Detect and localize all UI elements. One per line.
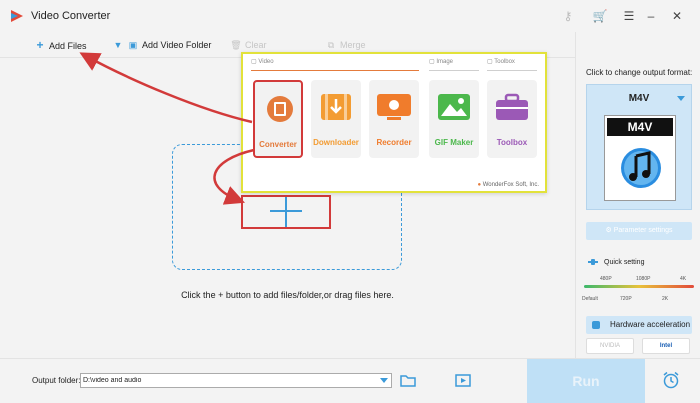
folder-icon: ▣ bbox=[128, 40, 138, 50]
intel-option[interactable]: Intel bbox=[642, 338, 690, 354]
res-1080p: 1080P bbox=[636, 276, 651, 282]
res-480p: 480P bbox=[600, 276, 612, 282]
add-files-button[interactable]: + Add Files bbox=[34, 38, 86, 52]
brand-logo-icon: ● bbox=[477, 182, 482, 188]
alarm-clock-icon[interactable] bbox=[662, 371, 680, 389]
add-video-folder-button[interactable]: ▣ Add Video Folder bbox=[127, 38, 212, 52]
settings-icon: ⚙ bbox=[605, 227, 612, 234]
add-files-dropdown[interactable]: ▼ bbox=[112, 38, 127, 52]
clear-button[interactable]: 🗑 Clear bbox=[230, 38, 266, 52]
close-button[interactable]: ✕ bbox=[668, 7, 686, 25]
chevron-down-icon bbox=[677, 96, 685, 101]
section-divider-toolbox bbox=[487, 70, 537, 71]
module-menu-popup: ▢ Video ▢ Image ▢ Toolbox Converter Down… bbox=[241, 52, 547, 193]
video-section-icon: ▢ bbox=[251, 59, 257, 65]
add-plus-button-vertical[interactable] bbox=[285, 197, 287, 227]
toolbox-section-icon: ▢ bbox=[487, 59, 493, 65]
run-button[interactable]: Run bbox=[527, 359, 645, 403]
res-default: Default bbox=[582, 296, 598, 302]
output-folder-input[interactable] bbox=[80, 373, 392, 388]
app-title: Video Converter bbox=[31, 10, 111, 22]
output-format-name: M4V bbox=[628, 93, 650, 104]
merge-icon: ⧉ bbox=[327, 40, 335, 50]
section-toolbox-label: ▢ Toolbox bbox=[487, 59, 515, 65]
res-2k: 2K bbox=[662, 296, 669, 302]
quality-slider[interactable] bbox=[584, 285, 694, 288]
tile-recorder[interactable]: Recorder bbox=[369, 80, 419, 158]
cart-icon[interactable]: 🛒 bbox=[592, 8, 608, 24]
converter-icon bbox=[267, 96, 293, 122]
menu-icon[interactable]: ☰ bbox=[620, 7, 638, 25]
res-720p: 720P bbox=[620, 296, 632, 302]
trash-icon: 🗑 bbox=[230, 40, 242, 50]
recorder-icon bbox=[377, 94, 411, 120]
section-divider-video bbox=[251, 70, 419, 71]
toolbox-icon bbox=[496, 93, 528, 120]
music-note-icon bbox=[621, 148, 661, 188]
output-format-selector[interactable]: M4V M4V bbox=[586, 84, 692, 210]
res-4k: 4K bbox=[680, 276, 687, 282]
tile-gif-maker[interactable]: GIF Maker bbox=[429, 80, 479, 158]
chevron-down-icon: ▼ bbox=[113, 40, 123, 50]
output-format-title: Click to change output format: bbox=[586, 68, 693, 77]
output-video-folder-icon[interactable] bbox=[455, 373, 471, 387]
drop-hint: Click the + button to add files/folder,o… bbox=[181, 290, 394, 300]
output-sidebar: Click to change output format: M4V M4V ⚙… bbox=[575, 32, 700, 358]
open-folder-icon[interactable] bbox=[400, 373, 416, 387]
output-folder-label: Output folder: bbox=[32, 376, 81, 385]
merge-button[interactable]: ⧉ Merge bbox=[325, 38, 366, 52]
section-video-label: ▢ Video bbox=[251, 59, 274, 65]
image-section-icon: ▢ bbox=[429, 59, 435, 65]
hardware-chip-icon bbox=[592, 321, 600, 329]
footer-bar: Output folder: Run bbox=[0, 358, 700, 403]
plus-icon: + bbox=[36, 38, 44, 52]
quick-setting-label: Quick setting bbox=[604, 259, 645, 266]
minimize-button[interactable]: – bbox=[642, 7, 660, 25]
section-divider-image bbox=[429, 70, 479, 71]
brand-label: ● WonderFox Soft, Inc. bbox=[477, 182, 539, 188]
nvidia-option[interactable]: NVIDIA bbox=[586, 338, 634, 354]
parameter-settings-button[interactable]: ⚙ Parameter settings bbox=[586, 222, 692, 240]
tile-toolbox[interactable]: Toolbox bbox=[487, 80, 537, 158]
key-icon[interactable]: ⚷ bbox=[560, 8, 576, 24]
quick-setting-icon bbox=[588, 259, 598, 265]
app-logo-icon bbox=[11, 10, 23, 22]
chevron-down-icon[interactable] bbox=[380, 378, 388, 383]
tile-converter[interactable]: Converter bbox=[253, 80, 303, 158]
downloader-icon bbox=[321, 94, 351, 120]
hardware-acceleration-toggle[interactable]: Hardware acceleration bbox=[586, 316, 692, 334]
section-image-label: ▢ Image bbox=[429, 59, 454, 65]
gif-maker-icon bbox=[438, 94, 470, 120]
tile-downloader[interactable]: Downloader bbox=[311, 80, 361, 158]
title-bar: Video Converter ⚷ 🛒 ☰ – ✕ bbox=[0, 0, 700, 32]
m4v-format-icon: M4V bbox=[604, 115, 676, 201]
